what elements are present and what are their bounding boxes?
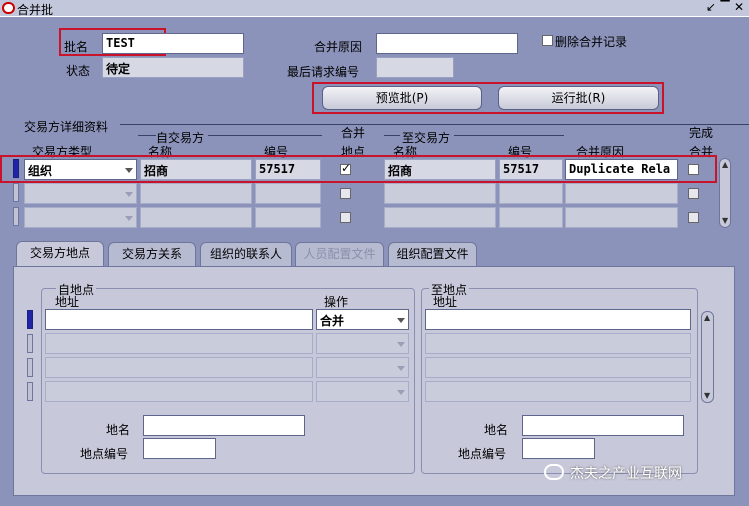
to-address-label: 地址 <box>433 295 458 309</box>
to-party-name[interactable] <box>384 183 496 204</box>
to-address-field[interactable] <box>425 309 691 330</box>
to-site-name-label: 地名 <box>484 423 509 437</box>
from-group-line-left <box>138 135 156 136</box>
from-site-number-field[interactable] <box>143 438 216 459</box>
batch-name-field[interactable]: TEST <box>102 33 244 54</box>
to-address-field[interactable] <box>425 333 691 354</box>
col-merge-sites-top: 合并 <box>341 126 366 140</box>
action-select[interactable] <box>316 381 409 402</box>
from-address-field[interactable] <box>45 357 313 378</box>
merge-sites-checkbox[interactable] <box>340 161 351 175</box>
site-row-indicator[interactable] <box>27 382 33 401</box>
oracle-app-icon <box>2 2 15 14</box>
tab-party-sites[interactable]: 交易方地点 <box>16 241 104 267</box>
from-party-number[interactable] <box>255 183 321 204</box>
from-group-line-right <box>208 135 322 136</box>
to-party-number[interactable]: 57517 <box>499 159 563 180</box>
details-divider <box>120 124 749 125</box>
scroll-up-icon[interactable]: ▲ <box>704 313 710 322</box>
close-icon[interactable]: ✕ <box>733 0 745 14</box>
details-section-title: 交易方详细资料 <box>24 120 109 134</box>
restore-icon[interactable]: ▔ <box>719 0 731 14</box>
merge-reason-field[interactable] <box>376 33 518 54</box>
to-site-number-field[interactable] <box>522 438 595 459</box>
to-group-line-right <box>454 135 564 136</box>
row-indicator[interactable] <box>13 159 19 178</box>
title-bar: 合并批 ↙ ▔ ✕ <box>0 0 749 17</box>
col-done-top: 完成 <box>689 126 714 140</box>
delete-merge-label: 删除合并记录 <box>555 35 628 49</box>
tab-panel: 自地点 地址 操作 合并 地名 地点编号 至地点 地址 地名 地点编号 ▲ ▼ … <box>13 266 735 496</box>
to-address-field[interactable] <box>425 381 691 402</box>
action-select[interactable] <box>316 357 409 378</box>
from-address-label: 地址 <box>55 295 80 309</box>
site-row-indicator[interactable] <box>27 310 33 329</box>
window-title: 合并批 <box>17 3 54 17</box>
merge-reason-cell[interactable] <box>565 183 678 204</box>
from-party-name[interactable]: 招商 <box>140 159 252 180</box>
merge-sites-checkbox[interactable] <box>340 212 351 223</box>
site-row-indicator[interactable] <box>27 358 33 377</box>
merge-reason-cell[interactable] <box>565 207 678 228</box>
party-type-select[interactable]: 组织 <box>24 159 137 180</box>
status-field: 待定 <box>102 57 244 78</box>
to-party-number[interactable] <box>499 207 563 228</box>
minimize-icon[interactable]: ↙ <box>705 0 717 14</box>
tab-party-relationships[interactable]: 交易方关系 <box>108 242 196 266</box>
row-indicator[interactable] <box>13 183 19 202</box>
tab-org-profiles[interactable]: 组织配置文件 <box>388 242 477 266</box>
last-request-label: 最后请求编号 <box>287 65 360 79</box>
action-label: 操作 <box>324 295 349 309</box>
to-party-name[interactable]: 招商 <box>384 159 496 180</box>
from-party-name[interactable] <box>140 183 252 204</box>
done-merge-checkbox[interactable] <box>688 188 699 199</box>
from-site-name-field[interactable] <box>143 415 305 436</box>
tab-org-contacts[interactable]: 组织的联系人 <box>200 242 292 266</box>
scroll-down-icon[interactable]: ▼ <box>704 391 710 400</box>
to-site-number-label: 地点编号 <box>458 447 507 461</box>
wechat-icon <box>544 464 564 480</box>
delete-merge-checkbox[interactable] <box>542 35 553 46</box>
from-address-field[interactable] <box>45 333 313 354</box>
batch-name-label: 批名 <box>64 40 89 54</box>
from-site-number-label: 地点编号 <box>80 447 129 461</box>
to-address-field[interactable] <box>425 357 691 378</box>
party-type-select[interactable] <box>24 183 137 204</box>
tab-person-profiles[interactable]: 人员配置文件 <box>295 242 384 266</box>
action-select[interactable] <box>316 333 409 354</box>
row-indicator[interactable] <box>13 207 19 226</box>
merge-reason-label: 合并原因 <box>314 40 363 54</box>
preview-batch-button[interactable]: 预览批(P) <box>322 86 482 110</box>
action-select[interactable]: 合并 <box>316 309 409 330</box>
from-address-field[interactable] <box>45 309 313 330</box>
last-request-field <box>376 57 454 78</box>
to-party-name[interactable] <box>384 207 496 228</box>
run-batch-button[interactable]: 运行批(R) <box>498 86 659 110</box>
to-group-line-left <box>384 135 400 136</box>
done-merge-checkbox[interactable] <box>688 212 699 223</box>
watermark-text: 杰夫之产业互联网 <box>570 466 682 482</box>
from-party-name[interactable] <box>140 207 252 228</box>
status-label: 状态 <box>66 64 91 78</box>
to-party-number[interactable] <box>499 183 563 204</box>
site-row-indicator[interactable] <box>27 334 33 353</box>
details-scrollbar[interactable]: ▲ ▼ <box>719 158 731 228</box>
merge-reason-cell[interactable]: Duplicate Rela <box>565 159 678 180</box>
from-party-number[interactable] <box>255 207 321 228</box>
from-address-field[interactable] <box>45 381 313 402</box>
scroll-up-icon[interactable]: ▲ <box>722 160 728 169</box>
sites-scrollbar[interactable]: ▲ ▼ <box>701 311 714 403</box>
party-type-select[interactable] <box>24 207 137 228</box>
done-merge-checkbox[interactable] <box>688 164 699 175</box>
from-site-name-label: 地名 <box>106 423 131 437</box>
scroll-down-icon[interactable]: ▼ <box>722 216 728 225</box>
to-site-name-field[interactable] <box>522 415 684 436</box>
merge-sites-checkbox[interactable] <box>340 188 351 199</box>
from-party-number[interactable]: 57517 <box>255 159 321 180</box>
